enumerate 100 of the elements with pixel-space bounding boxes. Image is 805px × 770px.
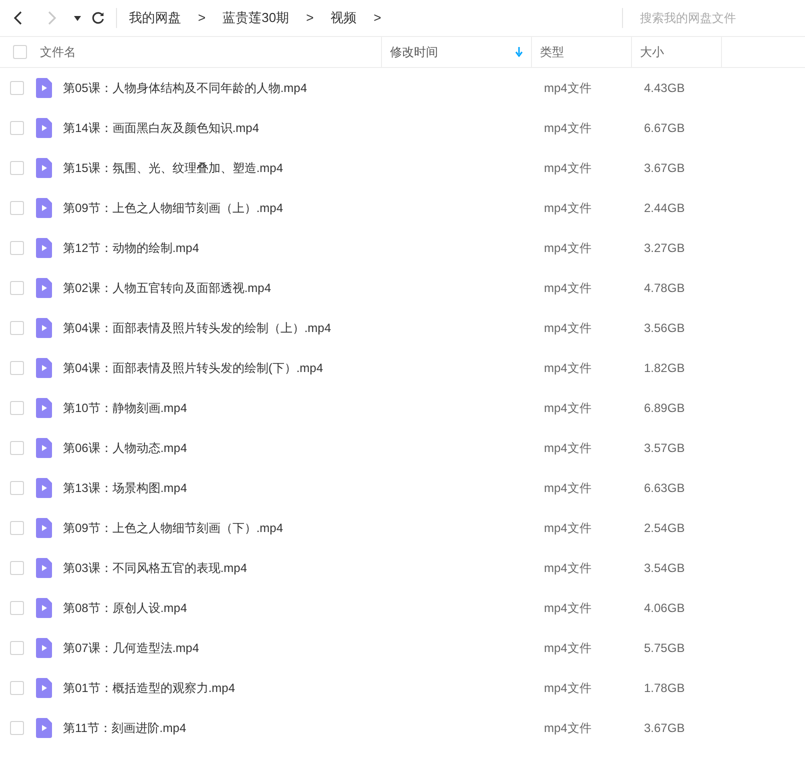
- file-row[interactable]: 第11节：刻画进阶.mp4 mp4文件 3.67GB: [0, 708, 805, 748]
- video-file-icon: [36, 158, 52, 178]
- file-size: 3.56GB: [644, 320, 685, 337]
- file-row[interactable]: 第02课：人物五官转向及面部透视.mp4 mp4文件 4.78GB: [0, 268, 805, 308]
- file-name: 第12节：动物的绘制.mp4: [63, 240, 200, 257]
- file-type: mp4文件: [544, 160, 592, 177]
- dropdown-button[interactable]: [72, 13, 82, 23]
- file-size: 1.82GB: [644, 360, 685, 377]
- file-type: mp4文件: [544, 240, 592, 257]
- column-header[interactable]: 大小: [640, 43, 664, 61]
- file-name: 第13课：场景构图.mp4: [63, 480, 188, 497]
- file-type: mp4文件: [544, 680, 592, 697]
- breadcrumb-separator: >: [198, 9, 206, 28]
- file-row[interactable]: 第04课：面部表情及照片转头发的绘制(下）.mp4 mp4文件 1.82GB: [0, 348, 805, 388]
- checkbox[interactable]: [10, 481, 24, 495]
- file-size: 6.89GB: [644, 400, 685, 417]
- file-size: 4.06GB: [644, 600, 685, 617]
- file-name: 第01节：概括造型的观察力.mp4: [63, 680, 236, 697]
- file-size: 6.67GB: [644, 120, 685, 137]
- file-type: mp4文件: [544, 400, 592, 417]
- checkbox[interactable]: [10, 361, 24, 375]
- checkbox[interactable]: [10, 321, 24, 335]
- video-file-icon: [36, 558, 52, 578]
- checkbox[interactable]: [10, 601, 24, 615]
- column-header[interactable]: 修改时间: [390, 43, 438, 61]
- video-file-icon: [36, 478, 52, 498]
- checkbox[interactable]: [13, 45, 27, 59]
- video-file-icon: [36, 438, 52, 458]
- checkbox[interactable]: [10, 201, 24, 215]
- video-file-icon: [36, 78, 52, 98]
- file-size: 3.27GB: [644, 240, 685, 257]
- file-row[interactable]: 第14课：画面黑白灰及颜色知识.mp4 mp4文件 6.67GB: [0, 108, 805, 148]
- forward-icon: [47, 11, 57, 25]
- breadcrumb-link[interactable]: 视频: [330, 8, 357, 28]
- checkbox[interactable]: [10, 241, 24, 255]
- file-type: mp4文件: [544, 480, 592, 497]
- file-size: 4.78GB: [644, 280, 685, 297]
- file-name: 第10节：静物刻画.mp4: [63, 400, 188, 417]
- file-type: mp4文件: [544, 120, 592, 137]
- caret-icon: [74, 16, 80, 20]
- video-file-icon: [36, 118, 52, 138]
- file-name: 第15课：氛围、光、纹理叠加、塑造.mp4: [63, 160, 284, 177]
- refresh-button[interactable]: [90, 10, 106, 26]
- file-row[interactable]: 第12节：动物的绘制.mp4 mp4文件 3.27GB: [0, 228, 805, 268]
- file-type: mp4文件: [544, 280, 592, 297]
- file-size: 4.43GB: [644, 80, 685, 97]
- file-row[interactable]: 第05课：人物身体结构及不同年龄的人物.mp4 mp4文件 4.43GB: [0, 68, 805, 108]
- file-row[interactable]: 第01节：概括造型的观察力.mp4 mp4文件 1.78GB: [0, 668, 805, 708]
- checkbox[interactable]: [10, 521, 24, 535]
- breadcrumb-link[interactable]: 蓝贵莲30期: [222, 8, 290, 28]
- breadcrumb-separator: >: [306, 9, 314, 28]
- checkbox[interactable]: [10, 441, 24, 455]
- file-size: 2.44GB: [644, 200, 685, 217]
- video-file-icon: [36, 518, 52, 538]
- file-name: 第09节：上色之人物细节刻画（下）.mp4: [63, 520, 284, 537]
- file-name: 第04课：面部表情及照片转头发的绘制（上）.mp4: [63, 320, 332, 337]
- file-type: mp4文件: [544, 200, 592, 217]
- checkbox[interactable]: [10, 721, 24, 735]
- checkbox[interactable]: [10, 81, 24, 95]
- checkbox[interactable]: [10, 641, 24, 655]
- checkbox[interactable]: [10, 161, 24, 175]
- search-field[interactable]: 搜索我的网盘文件: [640, 9, 805, 27]
- file-type: mp4文件: [544, 320, 592, 337]
- video-file-icon: [36, 238, 52, 258]
- checkbox[interactable]: [10, 401, 24, 415]
- file-name: 第14课：画面黑白灰及颜色知识.mp4: [63, 120, 260, 137]
- checkbox[interactable]: [10, 121, 24, 135]
- checkbox[interactable]: [10, 561, 24, 575]
- column-header[interactable]: 文件名: [40, 43, 76, 61]
- file-row[interactable]: 第09节：上色之人物细节刻画（上）.mp4 mp4文件 2.44GB: [0, 188, 805, 228]
- file-row[interactable]: 第10节：静物刻画.mp4 mp4文件 6.89GB: [0, 388, 805, 428]
- file-row[interactable]: 第04课：面部表情及照片转头发的绘制（上）.mp4 mp4文件 3.56GB: [0, 308, 805, 348]
- video-file-icon: [36, 358, 52, 378]
- file-name: 第02课：人物五官转向及面部透视.mp4: [63, 280, 272, 297]
- file-name: 第08节：原创人设.mp4: [63, 600, 188, 617]
- video-file-icon: [36, 718, 52, 738]
- file-name: 第04课：面部表情及照片转头发的绘制(下）.mp4: [63, 360, 324, 377]
- video-file-icon: [36, 638, 52, 658]
- file-type: mp4文件: [544, 520, 592, 537]
- checkbox[interactable]: [10, 681, 24, 695]
- file-size: 3.57GB: [644, 440, 685, 457]
- file-name: 第06课：人物动态.mp4: [63, 440, 188, 457]
- file-row[interactable]: 第08节：原创人设.mp4 mp4文件 4.06GB: [0, 588, 805, 628]
- file-type: mp4文件: [544, 600, 592, 617]
- file-name: 第07课：几何造型法.mp4: [63, 640, 200, 657]
- file-size: 2.54GB: [644, 520, 685, 537]
- file-row[interactable]: 第03课：不同风格五官的表现.mp4 mp4文件 3.54GB: [0, 548, 805, 588]
- breadcrumb-link[interactable]: 我的网盘: [129, 8, 181, 28]
- checkbox[interactable]: [10, 281, 24, 295]
- video-file-icon: [36, 598, 52, 618]
- file-size: 3.54GB: [644, 560, 685, 577]
- video-file-icon: [36, 318, 52, 338]
- file-name: 第05课：人物身体结构及不同年龄的人物.mp4: [63, 80, 308, 97]
- column-header[interactable]: 类型: [540, 43, 564, 61]
- file-row[interactable]: 第07课：几何造型法.mp4 mp4文件 5.75GB: [0, 628, 805, 668]
- file-row[interactable]: 第13课：场景构图.mp4 mp4文件 6.63GB: [0, 468, 805, 508]
- file-row[interactable]: 第15课：氛围、光、纹理叠加、塑造.mp4 mp4文件 3.67GB: [0, 148, 805, 188]
- file-row[interactable]: 第09节：上色之人物细节刻画（下）.mp4 mp4文件 2.54GB: [0, 508, 805, 548]
- file-row[interactable]: 第06课：人物动态.mp4 mp4文件 3.57GB: [0, 428, 805, 468]
- file-size: 3.67GB: [644, 160, 685, 177]
